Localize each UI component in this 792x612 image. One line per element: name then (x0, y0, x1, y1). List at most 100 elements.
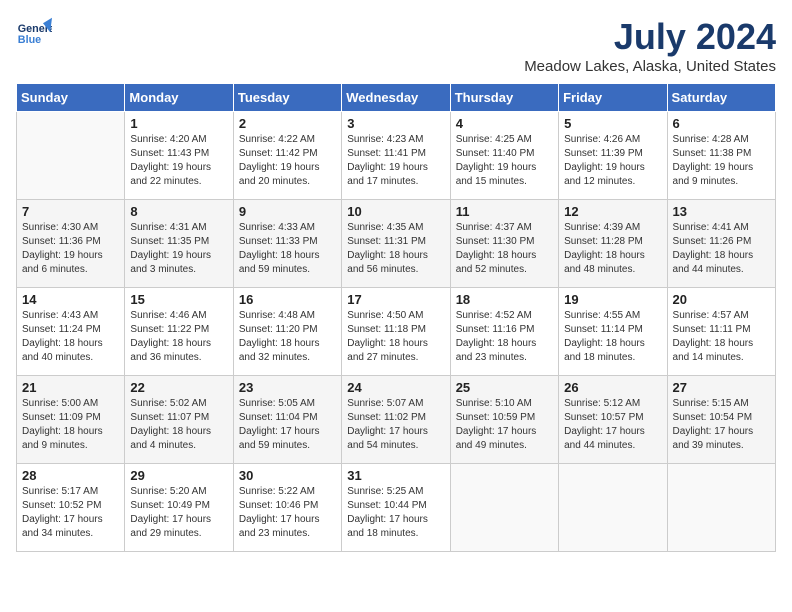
calendar-cell (17, 112, 125, 200)
calendar-cell: 15Sunrise: 4:46 AM Sunset: 11:22 PM Dayl… (125, 288, 233, 376)
calendar-cell: 19 Sunrise: 4:55 AM Sunset: 11:14 PM Dayl… (559, 288, 667, 376)
day-info: Sunrise: 5:05 AM Sunset: 11:04 PM Daylig… (239, 397, 336, 453)
calendar-cell: 7Sunrise: 4:30 AM Sunset: 11:36 PM Dayli… (17, 200, 125, 288)
day-number: 19 (564, 292, 661, 307)
day-info: Sunrise: 4:35 AM Sunset: 11:31 PM Daylig… (347, 221, 444, 277)
day-number: 12 (564, 204, 661, 219)
calendar-week-5: 28 Sunrise: 5:17 AM Sunset: 10:52 PM Dayl… (17, 464, 776, 552)
weekday-header-thursday: Thursday (450, 84, 558, 112)
calendar-cell: 11 Sunrise: 4:37 AM Sunset: 11:30 PM Dayl… (450, 200, 558, 288)
calendar-cell: 21 Sunrise: 5:00 AM Sunset: 11:09 PM Dayl… (17, 376, 125, 464)
calendar-cell: 8 Sunrise: 4:31 AM Sunset: 11:35 PM Dayli… (125, 200, 233, 288)
day-number: 28 (22, 468, 119, 483)
calendar-week-4: 21 Sunrise: 5:00 AM Sunset: 11:09 PM Dayl… (17, 376, 776, 464)
day-info: Sunrise: 4:22 AM Sunset: 11:42 PM Daylig… (239, 133, 336, 189)
calendar-cell: 25Sunrise: 5:10 AM Sunset: 10:59 PM Dayl… (450, 376, 558, 464)
day-number: 27 (673, 380, 770, 395)
day-number: 29 (130, 468, 227, 483)
day-info: Sunrise: 4:39 AM Sunset: 11:28 PM Daylig… (564, 221, 661, 277)
day-info: Sunrise: 4:48 AM Sunset: 11:20 PM Daylig… (239, 309, 336, 365)
day-number: 9 (239, 204, 336, 219)
calendar-cell: 10 Sunrise: 4:35 AM Sunset: 11:31 PM Dayl… (342, 200, 450, 288)
calendar-cell: 16 Sunrise: 4:48 AM Sunset: 11:20 PM Dayl… (233, 288, 341, 376)
calendar-cell: 9 Sunrise: 4:33 AM Sunset: 11:33 PM Dayli… (233, 200, 341, 288)
calendar-week-2: 7Sunrise: 4:30 AM Sunset: 11:36 PM Dayli… (17, 200, 776, 288)
day-info: Sunrise: 5:22 AM Sunset: 10:46 PM Daylig… (239, 485, 336, 541)
day-number: 17 (347, 292, 444, 307)
day-info: Sunrise: 5:15 AM Sunset: 10:54 PM Daylig… (673, 397, 770, 453)
month-year-title: July 2024 (524, 16, 776, 58)
calendar-cell: 3 Sunrise: 4:23 AM Sunset: 11:41 PM Dayli… (342, 112, 450, 200)
calendar-cell (667, 464, 775, 552)
calendar-week-1: 1 Sunrise: 4:20 AM Sunset: 11:43 PM Dayli… (17, 112, 776, 200)
calendar-cell: 2Sunrise: 4:22 AM Sunset: 11:42 PM Dayli… (233, 112, 341, 200)
day-info: Sunrise: 5:17 AM Sunset: 10:52 PM Daylig… (22, 485, 119, 541)
day-number: 14 (22, 292, 119, 307)
weekday-header-friday: Friday (559, 84, 667, 112)
calendar-cell: 18 Sunrise: 4:52 AM Sunset: 11:16 PM Dayl… (450, 288, 558, 376)
day-number: 10 (347, 204, 444, 219)
day-info: Sunrise: 4:43 AM Sunset: 11:24 PM Daylig… (22, 309, 119, 365)
calendar-cell: 6 Sunrise: 4:28 AM Sunset: 11:38 PM Dayli… (667, 112, 775, 200)
calendar-cell: 4Sunrise: 4:25 AM Sunset: 11:40 PM Dayli… (450, 112, 558, 200)
day-info: Sunrise: 5:20 AM Sunset: 10:49 PM Daylig… (130, 485, 227, 541)
day-info: Sunrise: 4:20 AM Sunset: 11:43 PM Daylig… (130, 133, 227, 189)
calendar-cell: 17Sunrise: 4:50 AM Sunset: 11:18 PM Dayl… (342, 288, 450, 376)
day-number: 11 (456, 204, 553, 219)
calendar-cell: 20Sunrise: 4:57 AM Sunset: 11:11 PM Dayl… (667, 288, 775, 376)
day-number: 8 (130, 204, 227, 219)
calendar-table: SundayMondayTuesdayWednesdayThursdayFrid… (16, 83, 776, 552)
weekday-header-monday: Monday (125, 84, 233, 112)
calendar-cell: 29 Sunrise: 5:20 AM Sunset: 10:49 PM Dayl… (125, 464, 233, 552)
calendar-cell (450, 464, 558, 552)
svg-text:Blue: Blue (18, 34, 41, 46)
day-number: 31 (347, 468, 444, 483)
calendar-cell: 14 Sunrise: 4:43 AM Sunset: 11:24 PM Dayl… (17, 288, 125, 376)
day-number: 5 (564, 116, 661, 131)
day-info: Sunrise: 4:37 AM Sunset: 11:30 PM Daylig… (456, 221, 553, 277)
location-subtitle: Meadow Lakes, Alaska, United States (524, 58, 776, 75)
day-info: Sunrise: 4:55 AM Sunset: 11:14 PM Daylig… (564, 309, 661, 365)
day-info: Sunrise: 4:25 AM Sunset: 11:40 PM Daylig… (456, 133, 553, 189)
day-number: 16 (239, 292, 336, 307)
calendar-cell: 24Sunrise: 5:07 AM Sunset: 11:02 PM Dayl… (342, 376, 450, 464)
page-header: General Blue July 2024 Meadow Lakes, Ala… (16, 16, 776, 75)
day-number: 18 (456, 292, 553, 307)
calendar-cell: 30 Sunrise: 5:22 AM Sunset: 10:46 PM Dayl… (233, 464, 341, 552)
weekday-header-tuesday: Tuesday (233, 84, 341, 112)
calendar-cell: 31Sunrise: 5:25 AM Sunset: 10:44 PM Dayl… (342, 464, 450, 552)
weekday-header-wednesday: Wednesday (342, 84, 450, 112)
day-number: 21 (22, 380, 119, 395)
calendar-cell: 28 Sunrise: 5:17 AM Sunset: 10:52 PM Dayl… (17, 464, 125, 552)
day-info: Sunrise: 4:52 AM Sunset: 11:16 PM Daylig… (456, 309, 553, 365)
calendar-cell: 22 Sunrise: 5:02 AM Sunset: 11:07 PM Dayl… (125, 376, 233, 464)
logo: General Blue (16, 16, 52, 52)
calendar-cell: 23 Sunrise: 5:05 AM Sunset: 11:04 PM Dayl… (233, 376, 341, 464)
day-number: 23 (239, 380, 336, 395)
weekday-header-sunday: Sunday (17, 84, 125, 112)
day-info: Sunrise: 5:00 AM Sunset: 11:09 PM Daylig… (22, 397, 119, 453)
day-number: 22 (130, 380, 227, 395)
day-info: Sunrise: 5:02 AM Sunset: 11:07 PM Daylig… (130, 397, 227, 453)
day-info: Sunrise: 5:07 AM Sunset: 11:02 PM Daylig… (347, 397, 444, 453)
calendar-cell: 26Sunrise: 5:12 AM Sunset: 10:57 PM Dayl… (559, 376, 667, 464)
calendar-week-3: 14 Sunrise: 4:43 AM Sunset: 11:24 PM Dayl… (17, 288, 776, 376)
day-number: 7 (22, 204, 119, 219)
day-number: 1 (130, 116, 227, 131)
calendar-cell: 1 Sunrise: 4:20 AM Sunset: 11:43 PM Dayli… (125, 112, 233, 200)
calendar-cell: 12 Sunrise: 4:39 AM Sunset: 11:28 PM Dayl… (559, 200, 667, 288)
weekday-header-saturday: Saturday (667, 84, 775, 112)
calendar-cell: 13Sunrise: 4:41 AM Sunset: 11:26 PM Dayl… (667, 200, 775, 288)
calendar-body: 1 Sunrise: 4:20 AM Sunset: 11:43 PM Dayli… (17, 112, 776, 552)
day-number: 6 (673, 116, 770, 131)
calendar-cell: 27 Sunrise: 5:15 AM Sunset: 10:54 PM Dayl… (667, 376, 775, 464)
calendar-header: SundayMondayTuesdayWednesdayThursdayFrid… (17, 84, 776, 112)
day-number: 30 (239, 468, 336, 483)
day-number: 13 (673, 204, 770, 219)
day-info: Sunrise: 4:28 AM Sunset: 11:38 PM Daylig… (673, 133, 770, 189)
day-info: Sunrise: 4:23 AM Sunset: 11:41 PM Daylig… (347, 133, 444, 189)
day-info: Sunrise: 4:33 AM Sunset: 11:33 PM Daylig… (239, 221, 336, 277)
calendar-cell (559, 464, 667, 552)
day-info: Sunrise: 4:31 AM Sunset: 11:35 PM Daylig… (130, 221, 227, 277)
day-number: 3 (347, 116, 444, 131)
